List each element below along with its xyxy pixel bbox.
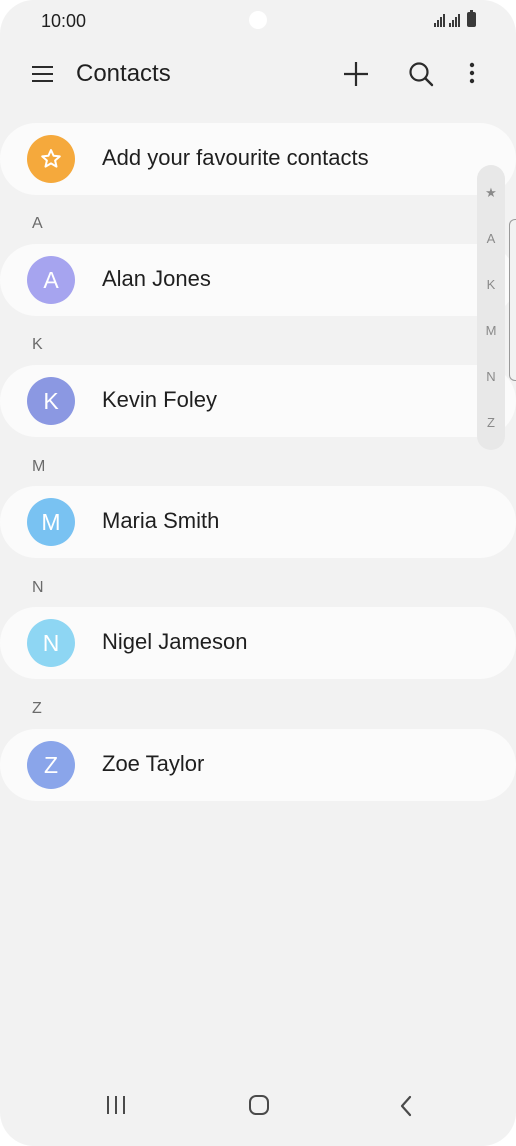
- section-header-n: N: [32, 579, 44, 596]
- section-header-m: M: [32, 458, 46, 475]
- index-item-k[interactable]: K: [477, 277, 505, 292]
- contact-row[interactable]: Z Zoe Taylor: [0, 729, 516, 801]
- back-icon[interactable]: [396, 1094, 416, 1118]
- contact-name: Alan Jones: [102, 266, 211, 291]
- contact-row[interactable]: N Nigel Jameson: [0, 607, 516, 679]
- scrollbar-thumb[interactable]: [509, 219, 516, 381]
- section-header-z: Z: [32, 700, 42, 717]
- contact-row[interactable]: K Kevin Foley: [0, 365, 516, 437]
- contact-row[interactable]: A Alan Jones: [0, 244, 516, 316]
- search-icon[interactable]: [405, 58, 437, 90]
- app-bar: Contacts: [0, 52, 516, 98]
- cell-signal-icon: [449, 14, 460, 27]
- index-item-m[interactable]: M: [477, 323, 505, 338]
- contact-avatar: A: [27, 256, 75, 304]
- contact-name: Kevin Foley: [102, 387, 217, 412]
- phone-screen: 10:00 Contacts Add your favourite contac…: [0, 0, 516, 1146]
- index-item-z[interactable]: Z: [477, 415, 505, 430]
- battery-icon: [467, 10, 476, 27]
- contact-avatar: M: [27, 498, 75, 546]
- wifi-signal-icon: [434, 14, 445, 27]
- page-title: Contacts: [76, 60, 171, 87]
- index-item-favourites[interactable]: ★: [477, 185, 505, 201]
- menu-icon[interactable]: [30, 62, 56, 86]
- contact-avatar: Z: [27, 741, 75, 789]
- star-icon: [41, 149, 61, 168]
- index-item-n[interactable]: N: [477, 369, 505, 384]
- star-avatar: [27, 135, 75, 183]
- contact-avatar: N: [27, 619, 75, 667]
- add-icon[interactable]: [340, 58, 372, 90]
- front-camera: [249, 11, 267, 29]
- status-time: 10:00: [41, 11, 87, 31]
- contact-name: Zoe Taylor: [102, 751, 205, 776]
- contact-avatar: K: [27, 377, 75, 425]
- add-favourites-label: Add your favourite contacts: [102, 145, 369, 170]
- index-item-a[interactable]: A: [477, 231, 505, 246]
- section-header-a: A: [32, 215, 43, 232]
- contact-row[interactable]: M Maria Smith: [0, 486, 516, 558]
- add-favourites-card[interactable]: Add your favourite contacts: [0, 123, 516, 195]
- recents-icon[interactable]: [105, 1096, 127, 1116]
- navigation-bar: [0, 1084, 516, 1128]
- section-header-k: K: [32, 336, 43, 353]
- more-options-icon[interactable]: [460, 58, 484, 90]
- fast-scroll-index[interactable]: ★ A K M N Z: [477, 165, 505, 450]
- contact-name: Maria Smith: [102, 508, 220, 533]
- contact-name: Nigel Jameson: [102, 629, 248, 654]
- home-icon[interactable]: [249, 1095, 269, 1115]
- status-icons: [434, 10, 476, 27]
